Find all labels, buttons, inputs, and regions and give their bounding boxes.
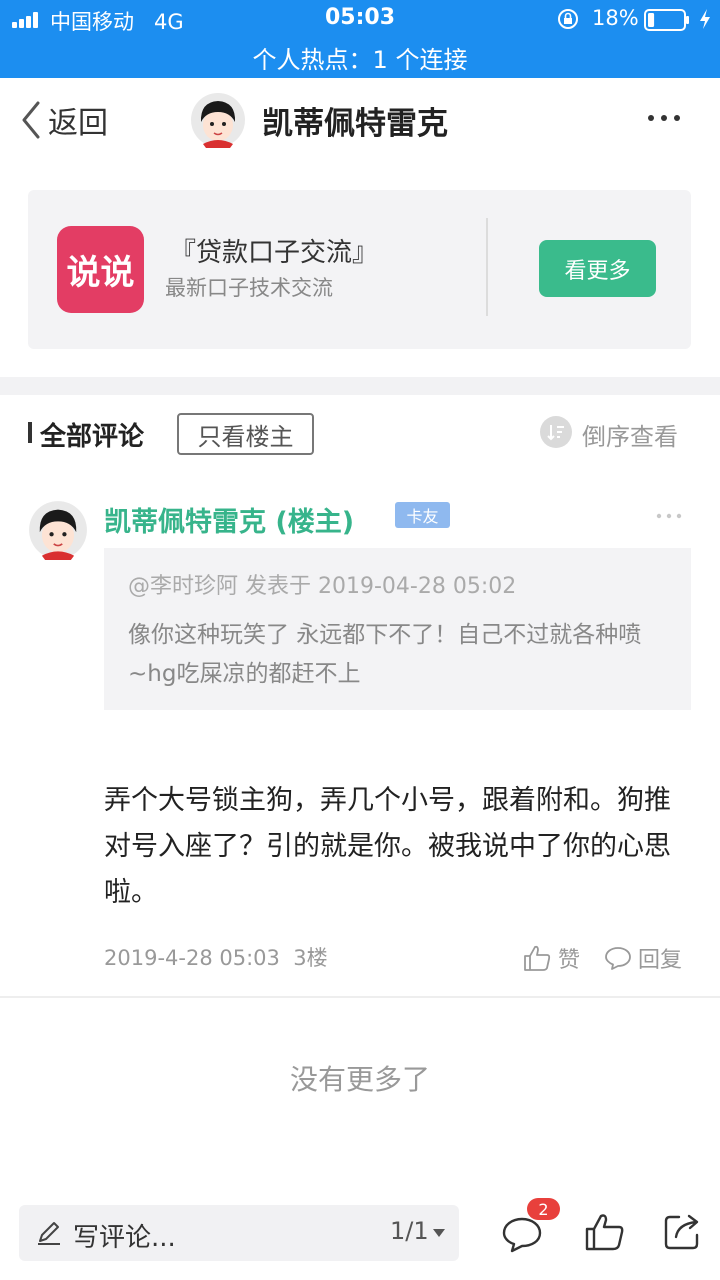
divider	[486, 218, 488, 316]
status-bar: 中国移动 4G 05:03 18% 个人热点：1 个连接	[0, 0, 720, 78]
chevron-left-icon	[22, 101, 40, 139]
user-badge: 卡友	[395, 502, 450, 528]
reply-button[interactable]: 回复	[604, 940, 682, 976]
page-indicator[interactable]: 1/1	[390, 1217, 429, 1245]
share-icon[interactable]	[662, 1212, 702, 1252]
back-label: 返回	[48, 106, 108, 141]
back-button[interactable]: 返回	[20, 98, 108, 142]
comment-meta: 2019-4-28 05:03 3楼	[104, 942, 328, 972]
write-comment-input[interactable]: 写评论... 1/1	[19, 1205, 459, 1261]
reverse-order-button[interactable]: 倒序查看	[582, 417, 678, 452]
like-label: 赞	[558, 948, 581, 973]
quote-text: 像你这种玩笑了 永远都下不了！自己不过就各种喷~hg吃屎凉的都赶不上	[128, 622, 642, 687]
hotspot-banner[interactable]: 个人热点：1 个连接	[0, 40, 720, 75]
thumbs-up-icon	[524, 945, 551, 971]
see-more-button[interactable]: 看更多	[539, 240, 656, 297]
group-title: 『贷款口子交流』	[170, 238, 379, 268]
avatar[interactable]	[190, 92, 246, 148]
write-comment-placeholder: 写评论...	[73, 1223, 176, 1253]
owner-only-button[interactable]: 只看楼主	[177, 413, 314, 455]
quote-meta: @李时珍阿 发表于 2019-04-28 05:02	[128, 574, 517, 599]
sort-icon[interactable]	[539, 415, 573, 449]
orientation-lock-icon	[558, 9, 578, 29]
comment-time: 2019-4-28 05:03	[104, 946, 280, 970]
commenter-name[interactable]: 凯蒂佩特雷克 (楼主)	[104, 500, 354, 539]
section-separator	[0, 377, 720, 395]
nav-header: 返回 凯蒂佩特雷克	[0, 78, 720, 164]
reply-label: 回复	[638, 948, 683, 973]
commenter-avatar[interactable]	[28, 500, 88, 560]
pen-icon	[38, 1222, 60, 1245]
comments-header: 全部评论 只看楼主 倒序查看	[0, 395, 720, 471]
like-button[interactable]: 赞	[522, 940, 580, 976]
divider	[0, 996, 720, 998]
section-marker	[28, 422, 32, 443]
thumbs-up-icon[interactable]	[582, 1210, 626, 1254]
group-banner[interactable]: 说说 『贷款口子交流』 最新口子技术交流 看更多	[28, 190, 691, 349]
charging-icon	[700, 9, 710, 29]
quoted-comment[interactable]: @李时珍阿 发表于 2019-04-28 05:02 像你这种玩笑了 永远都下不…	[104, 548, 691, 710]
battery-icon	[644, 9, 689, 31]
battery-percent: 18%	[592, 6, 639, 30]
no-more-text: 没有更多了	[289, 1063, 430, 1096]
page-title: 凯蒂佩特雷克	[262, 106, 448, 142]
speech-bubble-icon	[605, 947, 631, 970]
more-options-icon[interactable]	[640, 106, 688, 130]
group-logo: 说说	[57, 226, 144, 313]
comment-floor: 3楼	[293, 946, 328, 970]
comments-count-badge: 2	[527, 1198, 560, 1220]
caret-down-icon[interactable]	[433, 1229, 445, 1237]
comment-body: 弄个大号锁主狗，弄几个小号，跟着附和。狗推对号入座了？引的就是你。被我说中了你的…	[104, 785, 671, 908]
comments-title: 全部评论	[40, 422, 145, 452]
comment-more-icon[interactable]	[654, 510, 684, 522]
group-subtitle: 最新口子技术交流	[165, 276, 333, 300]
